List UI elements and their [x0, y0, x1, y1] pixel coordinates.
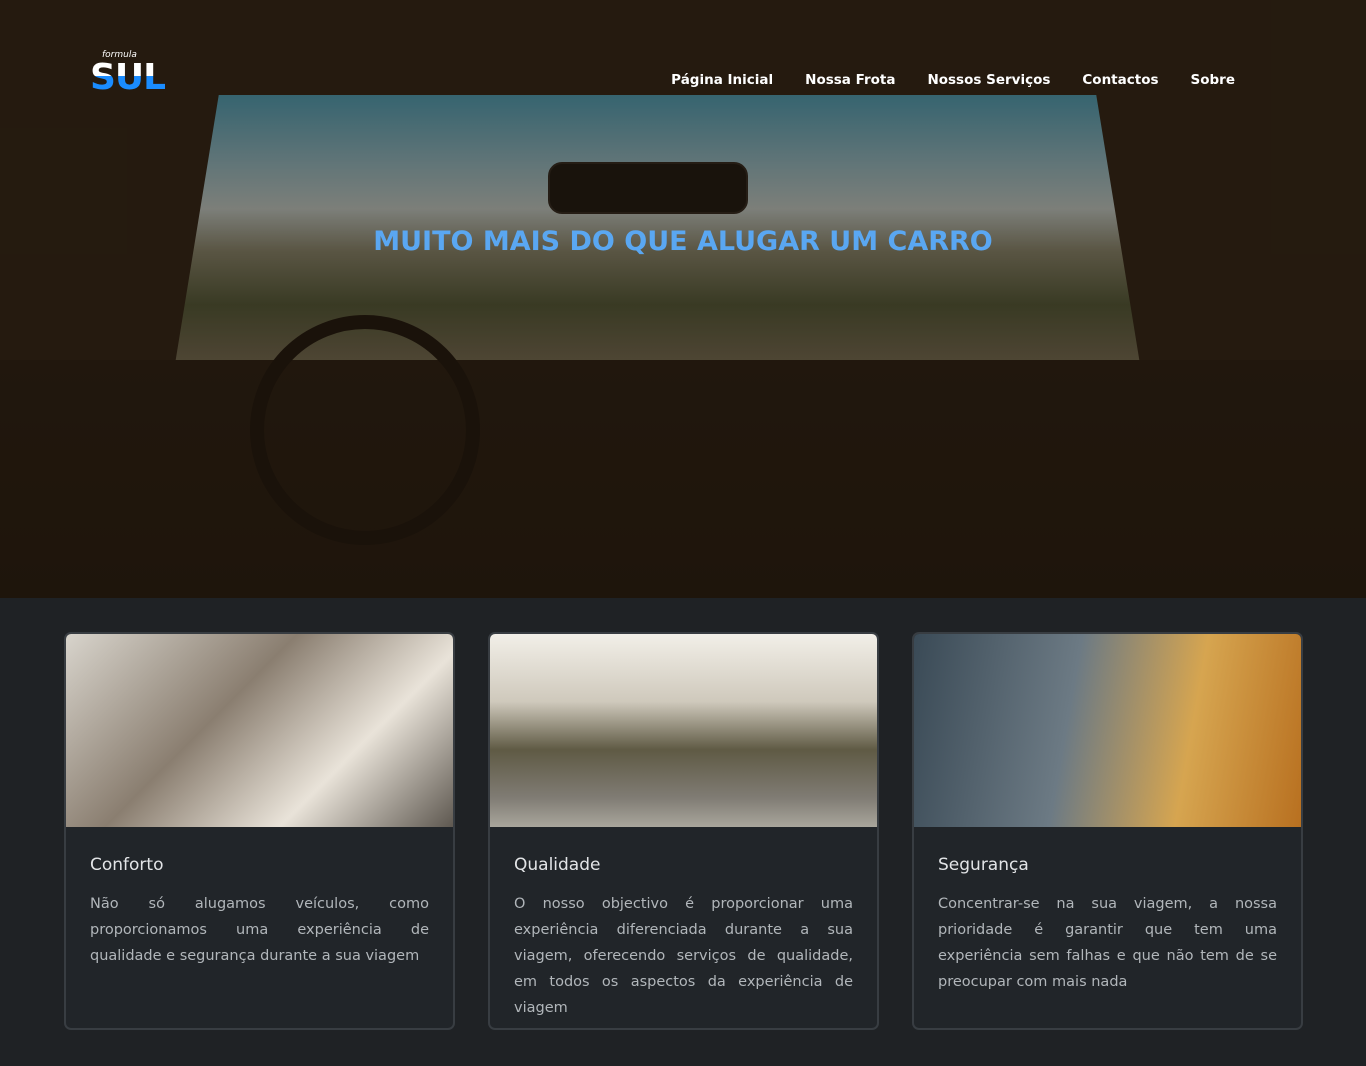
hero-headline: MUITO MAIS DO QUE ALUGAR UM CARRO — [373, 226, 993, 257]
card-title: Qualidade — [514, 855, 601, 875]
nav-nossa-frota[interactable]: Nossa Frota — [805, 72, 895, 88]
card-image — [490, 634, 877, 827]
hero: formula SUL Página Inicial Nossa Frota N… — [0, 0, 1366, 598]
nav-sobre[interactable]: Sobre — [1191, 72, 1235, 88]
nav-contactos[interactable]: Contactos — [1082, 72, 1158, 88]
card-conforto: Conforto Não só alugamos veículos, como … — [64, 632, 455, 1030]
card-title: Segurança — [938, 855, 1029, 875]
card-seguranca: Segurança Concentrar-se na sua viagem, a… — [912, 632, 1303, 1030]
card-title: Conforto — [90, 855, 164, 875]
card-text: O nosso objectivo é proporcionar uma exp… — [514, 896, 853, 1016]
main-nav: Página Inicial Nossa Frota Nossos Serviç… — [671, 72, 1235, 88]
card-image — [914, 634, 1301, 827]
card-image — [66, 634, 453, 827]
card-text: Não só alugamos veículos, como proporcio… — [90, 896, 429, 964]
card-text: Concentrar-se na sua viagem, a nossa pri… — [938, 896, 1277, 990]
card-qualidade: Qualidade O nosso objectivo é proporcion… — [488, 632, 879, 1030]
nav-pagina-inicial[interactable]: Página Inicial — [671, 72, 773, 88]
nav-nossos-servicos[interactable]: Nossos Serviços — [927, 72, 1050, 88]
logo[interactable]: formula SUL — [90, 50, 166, 100]
